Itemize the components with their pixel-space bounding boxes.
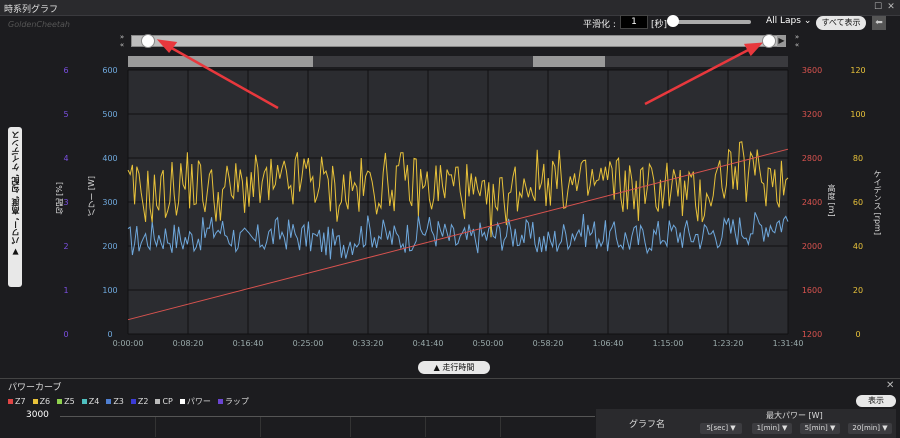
legend-label: Z7 <box>15 396 26 406</box>
cadence-tick-label: 100 <box>850 110 865 119</box>
legend-label: Z5 <box>64 396 75 406</box>
legend-label: Z2 <box>137 396 149 406</box>
legend-label: Z4 <box>88 396 100 406</box>
metric-selector-label: ▼ パワー, 高度, 勾配, ケイデンス <box>11 131 20 257</box>
legend-swatch <box>81 398 87 404</box>
x-tick-label: 0:41:40 <box>413 339 444 348</box>
max-power-header: 最大パワー [W] <box>766 411 823 420</box>
slope-axis-title: 勾配 [%] <box>55 182 64 215</box>
x-tick-label: 1:23:20 <box>713 339 744 348</box>
x-tick-label: 0:58:20 <box>533 339 564 348</box>
legend-item[interactable]: CP <box>155 396 173 406</box>
altitude-tick-label: 3600 <box>802 66 822 75</box>
power-tick-label: 600 <box>102 66 117 75</box>
x-tick-label: 0:08:20 <box>173 339 204 348</box>
cadence-tick-label: 80 <box>853 154 863 163</box>
power-tick-label: 400 <box>102 154 117 163</box>
metric-selector-tab[interactable]: ▼ パワー, 高度, 勾配, ケイデンス <box>8 127 22 287</box>
cadence-tick-label: 40 <box>853 242 863 251</box>
slope-tick-label: 0 <box>63 330 68 339</box>
show-button[interactable]: 表示 <box>856 395 896 407</box>
slope-tick-label: 6 <box>63 66 68 75</box>
power-axis-title: パワー [W] <box>87 176 96 217</box>
x-tick-label: 0:33:20 <box>353 339 384 348</box>
legend-item[interactable]: パワー <box>179 396 211 407</box>
close-icon[interactable]: ✕ <box>886 380 894 391</box>
duration-5sec-select[interactable]: 5[sec] ▼ <box>700 423 742 434</box>
slope-tick-label: 4 <box>63 154 68 163</box>
power-tick-label: 200 <box>102 242 117 251</box>
power-tick-label: 300 <box>102 198 117 207</box>
cadence-tick-label: 20 <box>853 286 863 295</box>
legend-label: パワー <box>186 396 211 406</box>
power-curve-plot <box>60 416 595 437</box>
cadence-axis-title: ケイデンス [rpm] <box>873 170 882 235</box>
legend-item[interactable]: Z2 <box>130 396 149 406</box>
power-curve-y-max: 3000 <box>26 410 49 420</box>
x-axis-metric-button[interactable]: ▲ 走行時間 <box>418 361 490 374</box>
legend-label: Z3 <box>113 396 124 406</box>
legend-item[interactable]: Z3 <box>106 397 124 406</box>
slope-tick-label: 2 <box>63 242 68 251</box>
cadence-tick-label: 120 <box>850 66 865 75</box>
cadence-tick-label: 0 <box>855 330 860 339</box>
slope-tick-label: 1 <box>63 286 68 295</box>
legend-swatch <box>57 398 63 404</box>
timeseries-chart[interactable]: 0:00:00 0:08:20 0:16:40 0:25:00 0:33:20 0:41:… <box>0 0 900 378</box>
altitude-tick-label: 2000 <box>802 242 822 251</box>
power-tick-label: 500 <box>102 110 117 119</box>
x-tick-label: 1:31:40 <box>773 339 804 348</box>
x-tick-label: 0:25:00 <box>293 339 324 348</box>
power-tick-label: 0 <box>107 330 112 339</box>
legend-swatch <box>217 398 223 404</box>
legend-swatch <box>155 398 161 404</box>
x-tick-label: 0:16:40 <box>233 339 264 348</box>
altitude-tick-label: 2800 <box>802 154 822 163</box>
altitude-tick-label: 3200 <box>802 110 822 119</box>
legend-item[interactable]: Z6 <box>32 396 51 406</box>
legend-label: ラップ <box>224 396 249 406</box>
legend-item[interactable]: Z4 <box>81 396 100 406</box>
x-tick-label: 1:06:40 <box>593 339 624 348</box>
legend-swatch <box>179 398 185 404</box>
legend-item[interactable]: Z7 <box>8 397 26 406</box>
power-curve-legend: Z7 Z6 Z5 Z4 Z3 Z2 CP パワー ラップ <box>8 395 249 407</box>
legend-swatch <box>106 398 112 404</box>
altitude-axis-title: 高度 [m] <box>827 184 836 217</box>
altitude-tick-label: 1600 <box>802 286 822 295</box>
legend-label: CP <box>162 396 173 406</box>
altitude-tick-label: 1200 <box>802 330 822 339</box>
legend-swatch <box>130 398 136 404</box>
duration-5min-select[interactable]: 5[min] ▼ <box>800 423 840 434</box>
legend-swatch <box>32 398 38 404</box>
x-tick-label: 0:00:00 <box>113 339 144 348</box>
graph-name-header: グラフ名 <box>629 420 666 430</box>
legend-swatch <box>8 398 13 404</box>
cadence-tick-label: 60 <box>853 198 863 207</box>
legend-label: Z6 <box>39 396 51 406</box>
power-curve-title: パワーカーブ <box>8 383 62 393</box>
duration-1min-select[interactable]: 1[min] ▼ <box>752 423 792 434</box>
altitude-tick-label: 2400 <box>802 198 822 207</box>
power-tick-label: 100 <box>102 286 117 295</box>
slope-tick-label: 5 <box>63 110 68 119</box>
legend-item[interactable]: ラップ <box>217 396 249 407</box>
legend-item[interactable]: Z5 <box>57 397 75 406</box>
x-tick-label: 0:50:00 <box>473 339 504 348</box>
x-tick-label: 1:15:00 <box>653 339 684 348</box>
duration-20min-select[interactable]: 20[min] ▼ <box>848 423 892 434</box>
